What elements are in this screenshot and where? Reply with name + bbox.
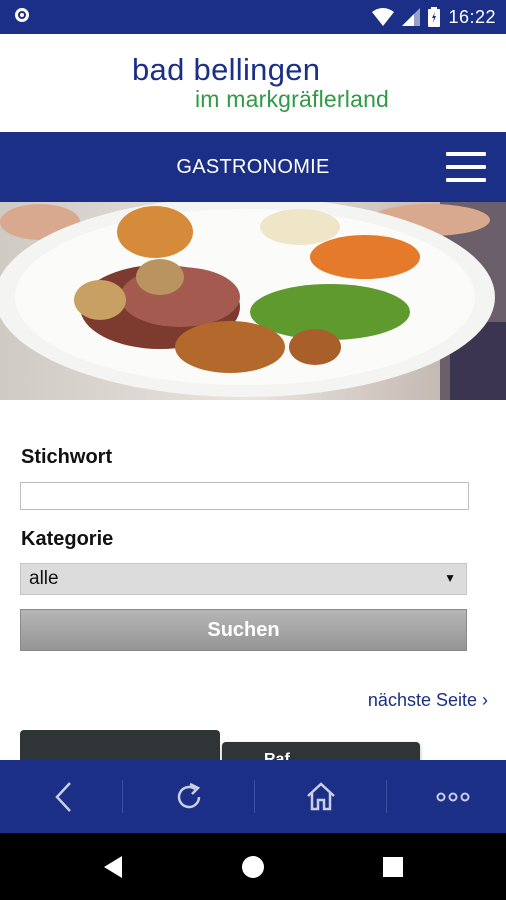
- status-indicators: 16:22: [372, 0, 496, 34]
- category-select[interactable]: alle ▼: [20, 563, 467, 595]
- back-icon[interactable]: [0, 760, 126, 833]
- category-selected-value: alle: [29, 568, 59, 589]
- keyword-input[interactable]: [20, 482, 469, 510]
- signal-icon: [402, 8, 421, 26]
- next-page-link[interactable]: nächste Seite ›: [368, 690, 488, 711]
- page-title: GASTRONOMIE: [176, 156, 330, 178]
- home-circle-icon[interactable]: [213, 833, 293, 900]
- category-label: Kategorie: [21, 528, 114, 550]
- home-icon[interactable]: [258, 760, 384, 833]
- dropdown-arrow-icon: ▼: [444, 571, 456, 585]
- site-header: bad bellingen im markgräflerland: [0, 34, 506, 132]
- hero-image: [0, 202, 506, 400]
- menu-icon[interactable]: [446, 152, 486, 182]
- notification-icon: [15, 8, 29, 22]
- nav-bar: GASTRONOMIE: [0, 132, 506, 202]
- logo-subtitle[interactable]: im markgräflerland: [195, 86, 389, 113]
- recents-square-icon[interactable]: [353, 833, 433, 900]
- keyword-label: Stichwort: [21, 446, 113, 468]
- status-time: 16:22: [448, 6, 496, 27]
- logo-title[interactable]: bad bellingen: [132, 52, 320, 88]
- more-icon[interactable]: [390, 760, 506, 833]
- reload-icon[interactable]: [126, 760, 252, 833]
- search-button[interactable]: Suchen: [20, 609, 467, 651]
- back-triangle-icon[interactable]: [73, 833, 153, 900]
- android-nav-bar: [0, 833, 506, 900]
- status-bar: 16:22: [0, 0, 506, 34]
- battery-icon: [428, 7, 441, 27]
- wifi-icon: [372, 8, 395, 26]
- bottom-toolbar: [0, 760, 506, 833]
